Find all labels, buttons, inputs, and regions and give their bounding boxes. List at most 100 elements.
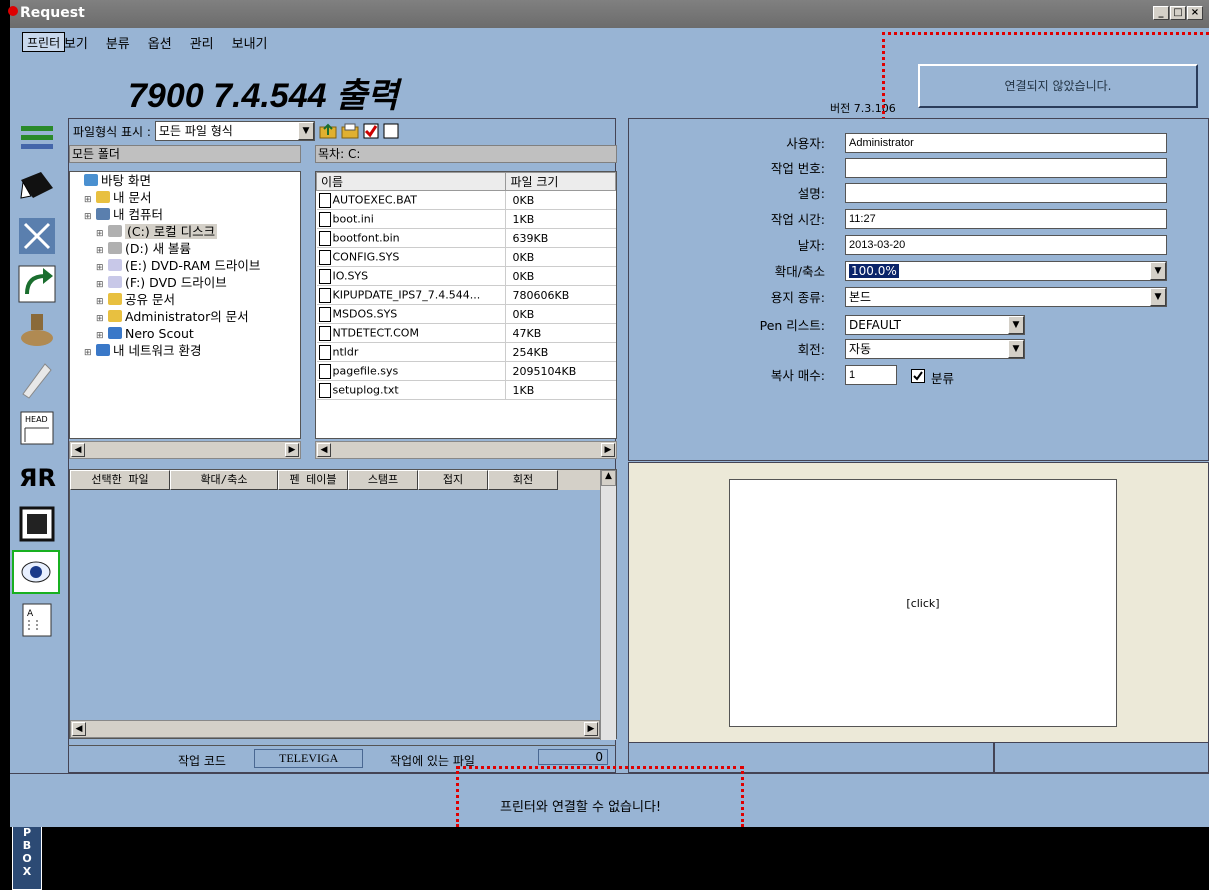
copies-field[interactable]: 1 [845,365,897,385]
scroll-up-icon[interactable]: ▲ [601,470,616,486]
desc-field[interactable] [845,183,1167,203]
file-type-select[interactable]: 모든 파일 형식 ▼ [154,121,315,141]
tree-item[interactable]: ⊞ 공유 문서 [70,291,300,308]
folder-open-icon[interactable] [341,122,359,140]
file-row[interactable]: pagefile.sys 2095104KB [316,361,616,381]
tree-item[interactable]: ⊞ Administrator의 문서 [70,308,300,325]
folder-up-icon[interactable] [319,122,337,140]
file-row[interactable]: AUTOEXEC.BAT 0KB [316,190,616,210]
mirror-icon[interactable]: ЯR [12,454,62,498]
file-checkbox[interactable] [318,363,331,379]
pen-icon[interactable] [12,166,62,210]
file-checkbox[interactable] [318,249,331,265]
tree-scrollbar[interactable]: ◀ ▶ [69,441,301,459]
col-rotate[interactable]: 회전 [488,470,558,490]
preview-canvas[interactable]: [click] [729,479,1117,727]
file-row[interactable]: CONFIG.SYS 0KB [316,247,616,267]
expand-icon[interactable]: ⊞ [84,345,94,362]
file-checkbox[interactable] [318,287,331,303]
menu-view[interactable]: 보기 [64,33,88,52]
header-icon[interactable]: HEAD [12,406,62,450]
expand-icon[interactable]: ⊞ [84,209,94,226]
tree-item[interactable]: ⊞ 내 네트워크 환경 [70,342,300,359]
scale-icon[interactable] [12,214,62,258]
pen-select[interactable]: DEFAULT ▼ [845,315,1025,335]
chevron-down-icon[interactable]: ▼ [1008,316,1024,334]
scroll-right-icon[interactable]: ▶ [584,722,598,736]
jobno-field[interactable] [845,158,1167,178]
menu-options[interactable]: 옵션 [148,33,172,52]
scroll-right-icon[interactable]: ▶ [285,443,299,457]
file-row[interactable]: IO.SYS 0KB [316,266,616,286]
chevron-down-icon[interactable]: ▼ [1150,288,1166,306]
job-grid-hscroll[interactable]: ◀ ▶ [70,720,600,738]
menu-printer[interactable]: 프린터 [22,32,66,52]
queue-icon[interactable] [12,118,62,162]
copies-label: 복사 매수: [770,368,825,383]
chevron-down-icon[interactable]: ▼ [297,122,314,140]
minimize-button[interactable]: _ [1153,6,1169,20]
menu-sort[interactable]: 분류 [106,33,130,52]
file-checkbox[interactable] [318,344,331,360]
file-checkbox[interactable] [318,230,331,246]
file-row[interactable]: ntldr 254KB [316,342,616,362]
checkbox-checked-icon[interactable] [363,123,379,139]
menu-manage[interactable]: 관리 [190,33,214,52]
file-checkbox[interactable] [318,211,331,227]
tree-item[interactable]: ⊞ (D:) 새 볼륨 [70,240,300,257]
rotate-select[interactable]: 자동 ▼ [845,339,1025,359]
col-zoom[interactable]: 확대/축소 [170,470,278,490]
tree-item-label: Administrator의 문서 [125,309,249,324]
col-fold[interactable]: 접지 [418,470,488,490]
tree-item[interactable]: ⊞ (E:) DVD-RAM 드라이브 [70,257,300,274]
tree-item[interactable]: ⊞ (F:) DVD 드라이브 [70,274,300,291]
zoom-select[interactable]: 100.0% ▼ [845,261,1167,281]
rotate-icon[interactable] [12,262,62,306]
file-row[interactable]: MSDOS.SYS 0KB [316,304,616,324]
column-size[interactable]: 파일 크기 [505,172,616,191]
file-checkbox[interactable] [318,325,331,341]
file-checkbox[interactable] [318,192,331,208]
scroll-left-icon[interactable]: ◀ [317,443,331,457]
file-row[interactable]: setuplog.txt 1KB [316,380,616,400]
column-name[interactable]: 이름 [316,172,507,191]
job-grid-vscroll[interactable]: ▲ [600,470,616,740]
tree-item[interactable]: 바탕 화면 [70,172,300,189]
file-row[interactable]: NTDETECT.COM 47KB [316,323,616,343]
frame-icon[interactable] [12,502,62,546]
checkbox-empty-icon[interactable] [383,123,399,139]
paper-select[interactable]: 본드 ▼ [845,287,1167,307]
file-checkbox[interactable] [318,268,331,284]
menu-export[interactable]: 보내기 [232,33,268,52]
collate-checkbox[interactable] [911,369,925,383]
col-stamp[interactable]: 스탬프 [348,470,418,490]
text-layout-icon[interactable]: A [12,598,62,642]
scroll-right-icon[interactable]: ▶ [601,443,615,457]
col-pen-table[interactable]: 펜 테이블 [278,470,348,490]
scroll-left-icon[interactable]: ◀ [72,722,86,736]
col-selected-file[interactable]: 선택한 파일 [70,470,170,490]
file-row[interactable]: boot.ini 1KB [316,209,616,229]
date-field[interactable]: 2013-03-20 [845,235,1167,255]
chevron-down-icon[interactable]: ▼ [1150,262,1166,280]
maximize-button[interactable]: □ [1170,6,1186,20]
stamp-icon[interactable] [12,310,62,354]
paper-icon[interactable] [12,358,62,402]
desc-label: 설명: [797,186,825,201]
time-field[interactable]: 11:27 [845,209,1167,229]
tree-item[interactable]: ⊞ (C:) 로컬 디스크 [70,223,300,240]
file-row[interactable]: bootfont.bin 639KB [316,228,616,248]
preview-eye-icon[interactable] [12,550,60,594]
chevron-down-icon[interactable]: ▼ [1008,340,1024,358]
file-row[interactable]: KIPUPDATE_IPS7_7.4.544... 780606KB [316,285,616,305]
jobno-label: 작업 번호: [770,161,825,176]
files-scrollbar[interactable]: ◀ ▶ [315,441,617,459]
tree-item[interactable]: ⊞ 내 문서 [70,189,300,206]
tree-item[interactable]: ⊞ 내 컴퓨터 [70,206,300,223]
scroll-left-icon[interactable]: ◀ [71,443,85,457]
tree-item[interactable]: ⊞ Nero Scout [70,325,300,342]
user-field[interactable]: Administrator [845,133,1167,153]
file-checkbox[interactable] [318,382,331,398]
close-button[interactable]: × [1187,6,1203,20]
file-checkbox[interactable] [318,306,331,322]
